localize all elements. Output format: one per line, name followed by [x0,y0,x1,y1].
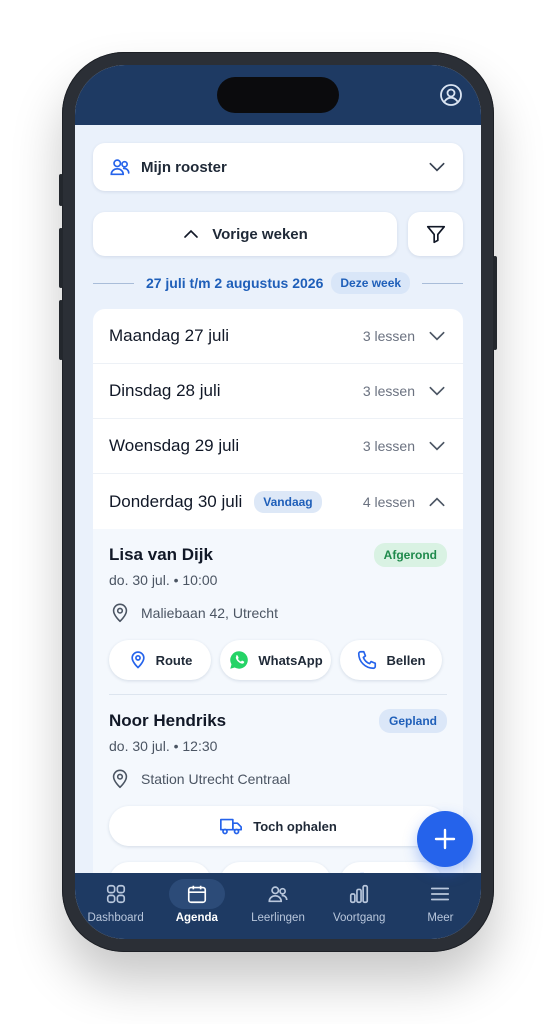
lesson-count: 3 lessen [362,328,415,344]
lesson-time: do. 30 jul. • 10:00 [109,572,218,588]
chevron-up-icon [429,496,445,506]
dynamic-island [217,77,339,113]
volume-down-button [59,300,63,360]
week-header: 27 juli t/m 2 augustus 2026 Deze week [93,271,464,295]
tab-students[interactable]: Leerlingen [237,873,318,939]
main-content: Mijn rooster Vorige weken 27 juli t/m 2 … [75,125,481,873]
grid-icon [106,884,125,904]
whatsapp-button[interactable]: WhatsApp [220,862,331,873]
lesson-card[interactable]: Noor Hendriks Gepland do. 30 jul. • 12:3… [109,695,447,873]
mute-switch [59,174,63,206]
profile-icon[interactable] [439,83,463,107]
route-button[interactable]: Route [109,862,211,873]
filter-button[interactable] [408,212,463,256]
users-icon [268,886,288,903]
chevron-down-icon [429,331,445,341]
add-lesson-button[interactable] [417,811,473,867]
status-badge: Afgerond [373,543,447,567]
status-badge: Gepland [378,709,447,733]
call-button[interactable]: Bellen [340,862,442,873]
day-row-monday[interactable]: Maandag 27 juli 3 lessen [93,309,463,364]
previous-weeks-button[interactable]: Vorige weken [93,212,397,256]
schedule-label: Mijn rooster [141,158,227,176]
whatsapp-icon [230,651,249,669]
bar-chart-icon [350,884,369,904]
lesson-card[interactable]: Lisa van Dijk Afgerond do. 30 jul. • 10:… [109,529,447,695]
tab-label: Dashboard [87,912,144,924]
day-row-thursday[interactable]: Donderdag 30 juli Vandaag 4 lessen [93,474,463,529]
users-icon [110,159,130,176]
lesson-count: 3 lessen [362,438,415,454]
lesson-address: Station Utrecht Centraal [141,771,291,787]
tab-more[interactable]: Meer [400,873,481,939]
tab-label: Agenda [175,912,218,924]
chevron-down-icon [429,386,445,396]
bottom-navigation: Dashboard Agenda Leerlingen Voortgang Me… [75,873,481,939]
schedule-dropdown[interactable]: Mijn rooster [93,143,463,191]
day-list: Maandag 27 juli 3 lessen Dinsdag 28 juli… [93,309,463,873]
lesson-list: Lisa van Dijk Afgerond do. 30 jul. • 10:… [93,529,463,873]
day-row-tuesday[interactable]: Dinsdag 28 juli 3 lessen [93,364,463,419]
power-button [493,256,497,350]
divider [422,282,464,284]
call-button[interactable]: Bellen [340,640,442,680]
lesson-count: 3 lessen [362,383,415,399]
filter-icon [426,225,445,244]
today-badge: Vandaag [254,490,322,513]
chevron-up-icon [184,229,199,238]
whatsapp-button[interactable]: WhatsApp [220,640,331,680]
current-week-badge: Deze week [331,272,411,294]
tab-progress[interactable]: Voortgang [319,873,400,939]
previous-weeks-label: Vorige weken [212,225,308,243]
day-row-wednesday[interactable]: Woensdag 29 juli 3 lessen [93,419,463,474]
truck-icon [220,818,243,835]
phone-icon [358,650,377,670]
tab-label: Leerlingen [251,912,305,924]
lesson-count: 4 lessen [362,493,415,510]
menu-icon [431,887,450,901]
location-pin-icon [112,769,128,789]
route-label: Route [155,652,193,668]
day-name: Woensdag 29 juli [109,436,240,455]
student-name: Lisa van Dijk [109,545,213,564]
screen: Mijn rooster Vorige weken 27 juli t/m 2 … [75,65,481,939]
tab-dashboard[interactable]: Dashboard [75,873,156,939]
day-name: Dinsdag 28 juli [109,381,221,400]
chevron-down-icon [429,441,445,451]
calendar-icon [187,885,206,904]
location-pin-icon [112,603,128,623]
divider [93,282,134,284]
whatsapp-label: WhatsApp [258,652,323,668]
plus-icon [434,828,456,850]
route-button[interactable]: Route [109,640,211,680]
app-header [75,65,481,125]
phone-frame: Mijn rooster Vorige weken 27 juli t/m 2 … [59,52,497,952]
pickup-button[interactable]: Toch ophalen [109,806,447,846]
week-range: 27 juli t/m 2 augustus 2026 [145,275,324,291]
tab-label: Meer [427,912,454,924]
volume-up-button [59,228,63,288]
chevron-down-icon [429,162,445,172]
call-label: Bellen [386,652,426,668]
tab-label: Voortgang [332,912,386,924]
day-name: Donderdag 30 juli Vandaag [109,490,363,513]
day-name-text: Donderdag 30 juli [109,491,243,511]
student-name: Noor Hendriks [109,711,227,730]
lesson-time: do. 30 jul. • 12:30 [109,738,218,754]
pickup-label: Toch ophalen [253,818,337,834]
lesson-address: Maliebaan 42, Utrecht [141,605,278,621]
tab-agenda[interactable]: Agenda [156,873,237,939]
location-pin-icon [130,651,145,669]
day-name: Maandag 27 juli [109,326,230,345]
